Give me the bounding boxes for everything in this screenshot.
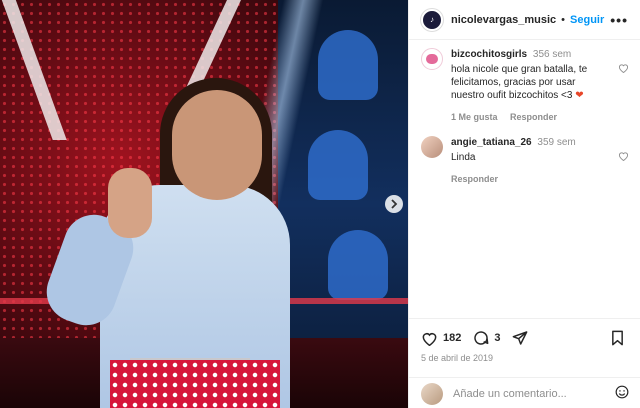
comment-item: bizcochitosgirls 356 sem hola nicole que… — [421, 48, 629, 124]
comment-input[interactable]: Añade un comentario... — [453, 388, 567, 400]
comment-text: hola nicole que gran batalla, te felicit… — [451, 63, 611, 102]
brand-logo-icon — [426, 54, 438, 64]
next-photo-button[interactable] — [385, 195, 403, 213]
save-button[interactable] — [611, 330, 629, 346]
post-actions: 182 3 5 de abril de 2019 Añade un coment… — [409, 318, 640, 408]
heart-icon — [422, 332, 437, 346]
hand-logo — [308, 130, 368, 200]
post-date[interactable]: 5 de abril de 2019 — [409, 349, 640, 363]
reply-button[interactable]: Responder — [510, 112, 557, 122]
comment-meta: Responder — [451, 173, 611, 186]
action-bar: 182 3 — [409, 319, 640, 349]
post-sidebar: ♪ nicolevargas_music • Seguir ••• bizcoc… — [408, 0, 640, 408]
current-user-avatar — [421, 382, 443, 405]
post-photo[interactable] — [0, 0, 408, 408]
girl-face — [172, 90, 262, 200]
comment-username[interactable]: bizcochitosgirls — [451, 49, 527, 60]
comment-meta: 1 Me gusta Responder — [451, 111, 611, 124]
post-header: ♪ nicolevargas_music • Seguir ••• — [409, 0, 640, 40]
emoji-icon[interactable] — [615, 385, 629, 402]
author-avatar[interactable]: ♪ — [421, 8, 443, 31]
share-button[interactable] — [512, 330, 533, 346]
add-comment-bar: Añade un comentario... — [409, 377, 640, 408]
comment-bubble-icon — [474, 331, 489, 345]
comment-count[interactable]: 3 — [494, 332, 500, 344]
comment-button[interactable]: 3 — [473, 330, 500, 346]
like-count[interactable]: 182 — [443, 332, 461, 344]
comment-time[interactable]: 359 sem — [537, 137, 575, 148]
comment-item: angie_tatiana_26 359 sem Linda Responder — [421, 136, 629, 186]
bookmark-icon — [612, 330, 623, 346]
comment-body: bizcochitosgirls 356 sem hola nicole que… — [451, 48, 629, 124]
follow-button[interactable]: Seguir — [570, 14, 604, 26]
separator-dot: • — [561, 13, 566, 26]
comment-like-icon[interactable] — [618, 62, 629, 76]
comment-text: Linda — [451, 152, 476, 163]
instagram-post-view: ♪ nicolevargas_music • Seguir ••• bizcoc… — [0, 0, 640, 408]
more-options-icon[interactable]: ••• — [610, 12, 628, 28]
send-icon — [513, 331, 528, 345]
peace-sign-hand — [108, 168, 152, 238]
reply-button[interactable]: Responder — [451, 174, 498, 184]
commenter-avatar[interactable] — [421, 48, 443, 70]
comment-text-body: hola nicole que gran batalla, te felicit… — [451, 64, 588, 101]
comments-list[interactable]: bizcochitosgirls 356 sem hola nicole que… — [409, 40, 640, 315]
hand-logo — [328, 230, 388, 300]
comment-username[interactable]: angie_tatiana_26 — [451, 137, 532, 148]
comment-time[interactable]: 356 sem — [533, 49, 571, 60]
like-button[interactable]: 182 — [421, 331, 461, 346]
heart-emoji-icon: ❤ — [575, 90, 584, 101]
comment-likes-count[interactable]: 1 Me gusta — [451, 112, 498, 122]
hand-logo — [318, 30, 378, 100]
author-username[interactable]: nicolevargas_music — [451, 14, 556, 26]
chevron-right-icon — [391, 199, 398, 209]
comment-like-icon[interactable] — [618, 150, 629, 164]
comment-body: angie_tatiana_26 359 sem Linda Responder — [451, 136, 629, 186]
polka-dot-skirt — [110, 360, 280, 408]
commenter-avatar[interactable] — [421, 136, 443, 158]
